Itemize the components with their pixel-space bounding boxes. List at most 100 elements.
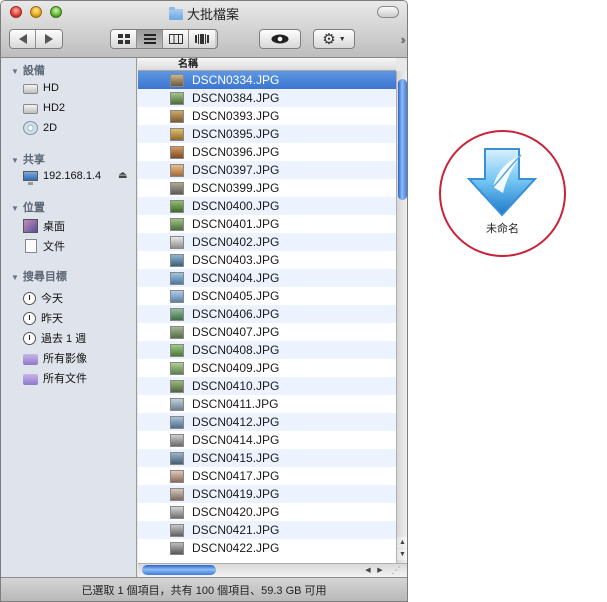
toolbar-toggle-button[interactable] (377, 6, 399, 18)
jpeg-thumbnail-icon (170, 73, 184, 87)
column-view-icon (168, 34, 183, 44)
sidebar-item-past-week[interactable]: 過去 1 週 (23, 329, 86, 347)
jpeg-thumbnail-icon (170, 181, 184, 195)
jpeg-thumbnail-icon (170, 307, 184, 321)
file-row[interactable]: DSCN0393.JPG (138, 107, 396, 125)
file-row[interactable]: DSCN0396.JPG (138, 143, 396, 161)
sidebar-item-yesterday[interactable]: 昨天 (23, 309, 63, 327)
sidebar-item-documents[interactable]: 文件 (23, 237, 65, 255)
file-row[interactable]: DSCN0399.JPG (138, 179, 396, 197)
sidebar-item-hd[interactable]: HD (23, 79, 59, 97)
sidebar-section-shared[interactable]: 共享 (11, 151, 45, 167)
file-row[interactable]: DSCN0408.JPG (138, 341, 396, 359)
sidebar-item-desktop[interactable]: 桌面 (23, 217, 65, 235)
vertical-scroll-thumb[interactable] (398, 79, 407, 200)
column-header-name[interactable]: 名稱 (138, 58, 396, 71)
sidebar-item-network-server[interactable]: 192.168.1.4 (23, 167, 101, 185)
eye-icon (271, 34, 289, 44)
sidebar-item-2d[interactable]: 2D (23, 119, 57, 137)
file-name: DSCN0411.JPG (192, 397, 279, 411)
horizontal-scrollbar[interactable]: ◀ ▶ ⋰ (138, 563, 407, 577)
scroll-down-button[interactable]: ▼ (397, 549, 407, 560)
file-list: 名稱 DSCN0334.JPG DSCN0384.JPG DSCN0393.JPG D… (138, 58, 396, 563)
coverflow-view-button[interactable] (189, 30, 215, 48)
eject-icon[interactable]: ⏏ (118, 170, 127, 181)
sidebar-section-places[interactable]: 位置 (11, 199, 45, 215)
file-row[interactable]: DSCN0415.JPG (138, 449, 396, 467)
file-name: DSCN0399.JPG (192, 181, 280, 195)
network-computer-icon (23, 171, 38, 185)
file-row[interactable]: DSCN0395.JPG (138, 125, 396, 143)
file-row[interactable]: DSCN0414.JPG (138, 431, 396, 449)
clock-icon (23, 291, 36, 305)
jpeg-thumbnail-icon (170, 487, 184, 501)
file-row[interactable]: DSCN0397.JPG (138, 161, 396, 179)
file-row[interactable]: DSCN0422.JPG (138, 539, 396, 557)
file-name: DSCN0397.JPG (192, 163, 280, 177)
finder-window: 大批檔案 ⚙ ▼ ›› ▼ 設備 HD HD2 2D ▼ 共享 192.168.… (0, 0, 408, 602)
jpeg-thumbnail-icon (170, 109, 184, 123)
sidebar-section-devices[interactable]: 設備 (11, 62, 45, 78)
column-view-button[interactable] (163, 30, 189, 48)
file-name: DSCN0403.JPG (192, 253, 280, 267)
file-row[interactable]: DSCN0412.JPG (138, 413, 396, 431)
jpeg-thumbnail-icon (170, 343, 184, 357)
horizontal-scroll-thumb[interactable] (142, 565, 216, 575)
toolbar-overflow-icon[interactable]: ›› (400, 32, 405, 47)
file-row[interactable]: DSCN0403.JPG (138, 251, 396, 269)
file-row[interactable]: DSCN0410.JPG (138, 377, 396, 395)
sidebar-item-today[interactable]: 今天 (23, 289, 63, 307)
file-row[interactable]: DSCN0401.JPG (138, 215, 396, 233)
back-button[interactable] (10, 30, 36, 48)
sidebar-item-all-images[interactable]: 所有影像 (23, 349, 87, 367)
file-row[interactable]: DSCN0406.JPG (138, 305, 396, 323)
clock-icon (23, 311, 36, 325)
desktop-icon (23, 219, 38, 233)
file-row[interactable]: DSCN0400.JPG (138, 197, 396, 215)
dropdown-arrow-icon: ▼ (338, 35, 346, 43)
file-row[interactable]: DSCN0404.JPG (138, 269, 396, 287)
quick-look-button[interactable] (259, 29, 301, 49)
icon-view-button[interactable] (111, 30, 137, 48)
file-name: DSCN0404.JPG (192, 271, 280, 285)
scroll-up-button[interactable]: ▲ (397, 537, 407, 548)
file-row[interactable]: DSCN0334.JPG (138, 71, 396, 89)
file-row[interactable]: DSCN0417.JPG (138, 467, 396, 485)
scroll-right-button[interactable]: ▶ (374, 564, 386, 577)
sidebar: 設備 HD HD2 2D 共享 192.168.1.4 ⏏ 位置 桌面 文件 搜… (1, 58, 137, 577)
file-row[interactable]: DSCN0402.JPG (138, 233, 396, 251)
jpeg-thumbnail-icon (170, 505, 184, 519)
jpeg-thumbnail-icon (170, 361, 184, 375)
file-name: DSCN0405.JPG (192, 289, 280, 303)
action-menu-button[interactable]: ⚙ ▼ (313, 29, 355, 49)
app-icon-label: 未命名 (486, 223, 519, 235)
file-row[interactable]: DSCN0405.JPG (138, 287, 396, 305)
file-row[interactable]: DSCN0409.JPG (138, 359, 396, 377)
jpeg-thumbnail-icon (170, 469, 184, 483)
jpeg-thumbnail-icon (170, 433, 184, 447)
sidebar-section-search-for[interactable]: 搜尋目標 (11, 268, 67, 284)
file-row[interactable]: DSCN0411.JPG (138, 395, 396, 413)
file-name: DSCN0401.JPG (192, 217, 280, 231)
jpeg-thumbnail-icon (170, 163, 184, 177)
coverflow-view-icon (195, 34, 209, 44)
vertical-scrollbar[interactable]: ▲ ▼ (396, 71, 407, 563)
file-row[interactable]: DSCN0420.JPG (138, 503, 396, 521)
list-view-button[interactable] (137, 30, 163, 48)
file-name: DSCN0393.JPG (192, 109, 280, 123)
sidebar-item-all-documents[interactable]: 所有文件 (23, 369, 87, 387)
sidebar-item-hd2[interactable]: HD2 (23, 99, 65, 117)
file-row[interactable]: DSCN0421.JPG (138, 521, 396, 539)
file-name: DSCN0409.JPG (192, 361, 280, 375)
file-row[interactable]: DSCN0384.JPG (138, 89, 396, 107)
list-view-icon (143, 34, 156, 44)
jpeg-thumbnail-icon (170, 235, 184, 249)
file-row[interactable]: DSCN0419.JPG (138, 485, 396, 503)
jpeg-thumbnail-icon (170, 451, 184, 465)
scroll-left-button[interactable]: ◀ (362, 564, 374, 577)
forward-button[interactable] (36, 30, 62, 48)
forward-arrow-icon (45, 34, 53, 44)
file-row[interactable]: DSCN0407.JPG (138, 323, 396, 341)
automator-app-icon[interactable] (463, 145, 541, 220)
resize-grip-icon[interactable]: ⋰ (390, 564, 402, 577)
